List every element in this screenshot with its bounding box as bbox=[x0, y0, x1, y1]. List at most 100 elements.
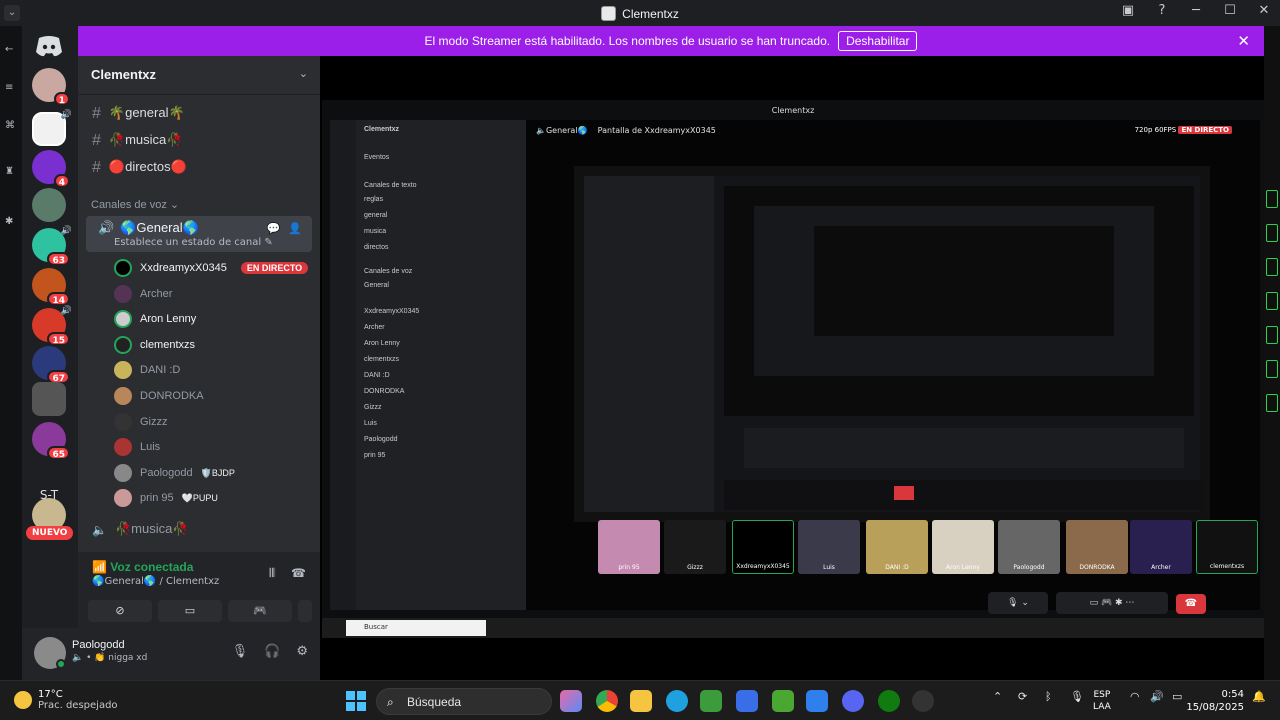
channel-musica[interactable]: # 🥀musica🥀 bbox=[92, 132, 182, 150]
soundwave-icon[interactable]: 𝄃𝄃 bbox=[270, 566, 275, 581]
wifi-icon[interactable]: ◠ bbox=[1130, 690, 1140, 703]
participant-tile[interactable]: Aron Lenny bbox=[932, 520, 994, 574]
discord-taskbar-icon[interactable] bbox=[842, 690, 864, 712]
activity-button[interactable]: 🎮 bbox=[228, 600, 292, 622]
weather-widget[interactable]: 17°C Prac. despejado bbox=[14, 689, 118, 711]
close-button[interactable]: ✕ bbox=[1256, 3, 1272, 18]
channel-general[interactable]: # 🌴general🌴 bbox=[92, 105, 185, 123]
member-row[interactable]: Luis bbox=[114, 437, 160, 457]
menu-icon[interactable]: ≡ bbox=[5, 82, 13, 93]
minecraft-icon[interactable] bbox=[772, 690, 794, 712]
stream-screen[interactable]: Clementxz Clementxz Eventos Canales de t… bbox=[322, 100, 1264, 638]
member-row[interactable]: DONRODKA bbox=[114, 386, 204, 406]
notepad-icon[interactable] bbox=[806, 690, 828, 712]
inner-hangup-button[interactable]: ☎ bbox=[1176, 594, 1206, 614]
channel-status[interactable]: Establece un estado de canal ✎ bbox=[114, 237, 273, 248]
participant-tile[interactable]: XxdreamyxX0345 bbox=[732, 520, 794, 574]
voice-channel-actions: 💬 👤 bbox=[267, 222, 302, 235]
participant-tile[interactable]: DONRODKA bbox=[1066, 520, 1128, 574]
copilot-icon[interactable] bbox=[560, 690, 582, 712]
user-name[interactable]: Paologodd bbox=[72, 639, 125, 651]
inner-mic-controls[interactable]: 🎙 ⌄ bbox=[988, 592, 1048, 614]
inner-sidebar: Clementxz Eventos Canales de texto regla… bbox=[356, 120, 526, 610]
xbox-app-icon[interactable] bbox=[700, 690, 722, 712]
app-icon[interactable] bbox=[912, 690, 934, 712]
participant-tile[interactable]: Archer bbox=[1130, 520, 1192, 574]
minimize-button[interactable]: ─ bbox=[1188, 3, 1204, 18]
participant-tile[interactable]: DANI :D bbox=[866, 520, 928, 574]
clock[interactable]: 0:54 15/08/2025 bbox=[1186, 688, 1244, 714]
server-icon-5[interactable]: 14 bbox=[32, 268, 70, 306]
server-icon-6[interactable]: 🔊 15 bbox=[32, 306, 72, 346]
bluetooth-icon[interactable]: ᛒ bbox=[1045, 690, 1052, 703]
windows-start-icon[interactable] bbox=[346, 691, 366, 711]
member-row[interactable]: prin 95 🤍PUPU bbox=[114, 488, 218, 508]
camera-off-button[interactable]: ⊘ bbox=[88, 600, 152, 622]
voice-connected-subtitle[interactable]: 🌎General🌎 / Clementxz bbox=[92, 576, 219, 587]
back-arrow-icon[interactable]: ← bbox=[5, 44, 13, 55]
trophy-icon[interactable]: ♜ bbox=[5, 166, 14, 177]
disable-streamer-button[interactable]: Deshabilitar bbox=[838, 31, 918, 51]
microphone-icon[interactable]: 🎙 bbox=[232, 644, 249, 659]
category-voice[interactable]: Canales de voz ⌄ bbox=[91, 198, 179, 211]
store-icon[interactable] bbox=[736, 690, 758, 712]
dm-avatar[interactable]: 1 bbox=[32, 68, 70, 106]
server-icon-3[interactable] bbox=[32, 188, 66, 222]
speaker-icon: 🔊 bbox=[60, 306, 72, 316]
taskbar-search[interactable]: ⌕ Búsqueda bbox=[376, 688, 552, 715]
edge-icon[interactable] bbox=[666, 690, 688, 712]
member-row[interactable]: XxdreamyxX0345 EN DIRECTO bbox=[114, 258, 309, 278]
participant-tile[interactable]: Gizzz bbox=[664, 520, 726, 574]
channel-directos[interactable]: # 🔴directos🔴 bbox=[92, 159, 187, 177]
member-row[interactable]: DANI :D bbox=[114, 360, 180, 380]
inner-window-title: Clementxz bbox=[771, 106, 815, 115]
chrome-icon[interactable] bbox=[596, 690, 618, 712]
headphones-icon[interactable]: 🎧 bbox=[264, 644, 280, 659]
server-icon-8[interactable] bbox=[32, 382, 66, 416]
disconnect-icon[interactable]: ☎ bbox=[291, 566, 306, 581]
server-icon-7[interactable]: 67 bbox=[32, 346, 70, 384]
volume-icon[interactable]: 🔊 bbox=[1150, 690, 1164, 703]
server-clementxz[interactable]: 🔊 bbox=[32, 110, 72, 146]
participant-tile[interactable]: clementxzs bbox=[1196, 520, 1258, 574]
maximize-button[interactable]: ☐ bbox=[1222, 3, 1238, 18]
help-icon[interactable]: ? bbox=[1154, 3, 1170, 18]
gear-icon[interactable]: ✱ bbox=[5, 216, 13, 227]
avatar bbox=[114, 259, 132, 277]
soundboard-button[interactable] bbox=[298, 600, 312, 622]
file-explorer-icon[interactable] bbox=[630, 690, 652, 712]
member-row[interactable]: Paologodd 🛡️BJDP bbox=[114, 463, 235, 483]
server-icon-2[interactable]: 4 bbox=[32, 150, 70, 188]
gear-icon[interactable]: ⚙ bbox=[296, 644, 308, 659]
discord-home-icon[interactable] bbox=[32, 34, 66, 68]
participant-tile[interactable]: Paologodd bbox=[998, 520, 1060, 574]
screen-share-button[interactable]: ▭ bbox=[158, 600, 222, 622]
hash-icon: # bbox=[92, 159, 101, 176]
voice-channel-musica[interactable]: 🔈 🥀musica🥀 bbox=[92, 521, 189, 537]
chevron-up-icon[interactable]: ⌃ bbox=[993, 690, 1002, 703]
voice-channel-general[interactable]: 🔊 🌎General🌎 Establece un estado de canal … bbox=[86, 216, 312, 252]
microphone-tray-icon[interactable]: 🎙 bbox=[1070, 690, 1084, 703]
member-row[interactable]: Aron Lenny bbox=[114, 309, 196, 329]
server-name[interactable]: Clementxz bbox=[91, 67, 156, 82]
participant-tile[interactable]: prin 95 bbox=[598, 520, 660, 574]
chevron-down-icon[interactable]: ⌄ bbox=[299, 67, 308, 80]
member-row[interactable]: Archer bbox=[114, 284, 172, 304]
xbox-icon[interactable] bbox=[878, 690, 900, 712]
server-icon-9[interactable]: 65 bbox=[32, 422, 70, 460]
member-row[interactable]: Gizzz bbox=[114, 412, 168, 432]
add-user-icon[interactable]: 👤 bbox=[288, 222, 302, 235]
member-row[interactable]: clementxzs bbox=[114, 335, 195, 355]
terminal-icon[interactable]: ⌘ bbox=[5, 120, 15, 131]
inbox-icon[interactable]: ▣ bbox=[1120, 3, 1136, 18]
participant-tile[interactable]: Luis bbox=[798, 520, 860, 574]
server-icon-4[interactable]: 🔊 63 bbox=[32, 226, 72, 266]
chat-icon[interactable]: 💬 bbox=[267, 222, 281, 235]
battery-icon[interactable]: ▭ bbox=[1172, 690, 1182, 703]
sync-icon[interactable]: ⟳ bbox=[1018, 690, 1027, 703]
notification-bell-icon[interactable]: 🔔 bbox=[1252, 690, 1266, 703]
inner-call-controls[interactable]: ▭ 🎮 ✱ ⋯ bbox=[1056, 592, 1168, 614]
language-indicator[interactable]: ESP LAA bbox=[1093, 689, 1111, 713]
close-icon[interactable]: ✕ bbox=[1237, 32, 1250, 50]
inner-item: Luis bbox=[364, 420, 377, 427]
